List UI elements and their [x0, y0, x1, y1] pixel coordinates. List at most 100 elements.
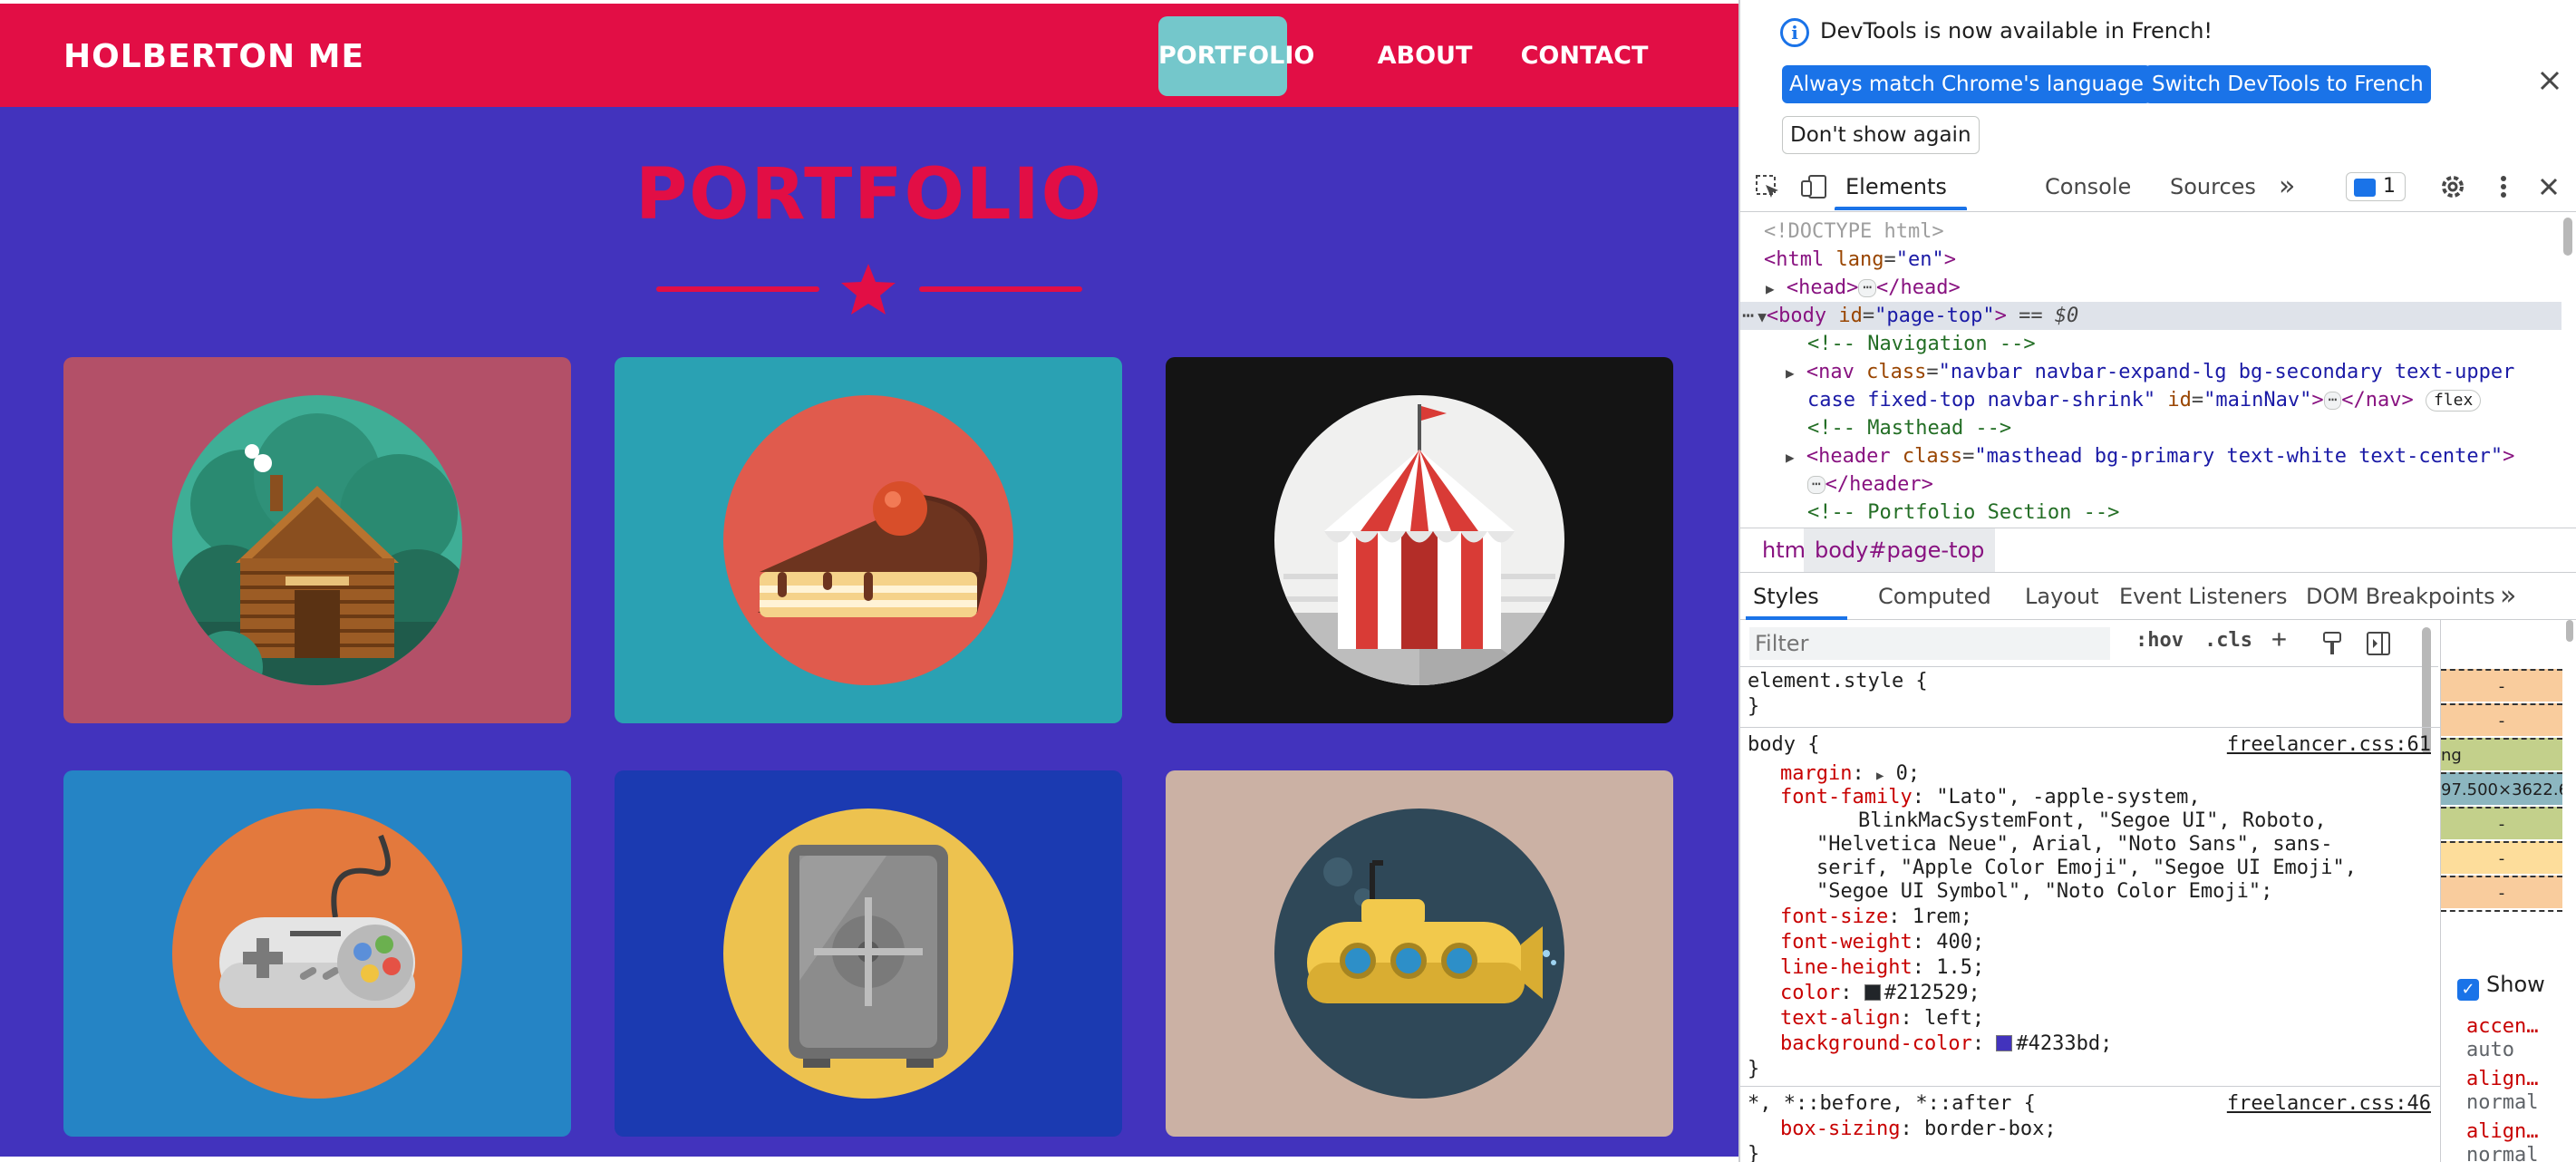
- universal-rule-selector[interactable]: *, *::before, *::after {: [1748, 1091, 2036, 1117]
- tab-console[interactable]: Console: [2045, 161, 2131, 212]
- filter-input[interactable]: [1749, 627, 2110, 660]
- info-icon: i: [1780, 18, 1809, 47]
- ellipsis-badge[interactable]: ⋯: [1807, 476, 1825, 494]
- right-panel-scrollbar[interactable]: [2566, 620, 2573, 642]
- computed-prop-name[interactable]: align…: [2466, 1068, 2538, 1090]
- style-prop-font-family-cont: "Segoe UI Symbol", "Noto Color Emoji";: [1816, 880, 2273, 903]
- portfolio-card-cake[interactable]: [615, 357, 1122, 723]
- class-toggle[interactable]: .cls: [2204, 629, 2252, 652]
- portfolio-card-safe[interactable]: [615, 770, 1122, 1137]
- breadcrumb-body[interactable]: body#page-top: [1804, 528, 1996, 572]
- tag-text: <html: [1764, 248, 1825, 271]
- checkbox-checked-icon[interactable]: ✓: [2457, 979, 2479, 1001]
- sidebar-toggle-icon[interactable]: [2366, 631, 2391, 656]
- style-prop-margin[interactable]: margin: ▶ 0;: [1780, 761, 1920, 787]
- style-prop-color[interactable]: color: #212529;: [1780, 981, 1980, 1006]
- dont-show-again-button[interactable]: Don't show again: [1782, 116, 1980, 154]
- color-swatch[interactable]: [1864, 984, 1881, 1001]
- dom-nav-cont[interactable]: case fixed-top navbar-shrink" id="mainNa…: [1807, 386, 2482, 414]
- style-prop-font-size[interactable]: font-size: 1rem;: [1780, 905, 1972, 930]
- subtab-event-listeners[interactable]: Event Listeners: [2119, 573, 2287, 620]
- show-all-toggle[interactable]: ✓ Show: [2457, 972, 2545, 1001]
- style-prop-font-family-cont: serif, "Apple Color Emoji", "Segoe UI Em…: [1816, 857, 2358, 879]
- expand-arrow-icon[interactable]: ▶: [1786, 449, 1795, 466]
- inspect-element-icon[interactable]: [1753, 172, 1782, 201]
- style-prop-font-family[interactable]: font-family: "Lato", -apple-system,: [1780, 785, 2201, 810]
- close-icon[interactable]: [2534, 65, 2565, 96]
- computed-prop-name[interactable]: align…: [2466, 1120, 2538, 1143]
- element-style-selector[interactable]: element.style {: [1748, 669, 1928, 694]
- dom-header-close[interactable]: ⋯ </header>: [1807, 470, 1933, 499]
- dom-head[interactable]: ▶ <head> ⋯ </head>: [1766, 274, 1961, 302]
- more-tabs-button[interactable]: »: [2279, 161, 2295, 212]
- style-prop-box-sizing[interactable]: box-sizing: border-box;: [1780, 1117, 2057, 1142]
- body-rule-source-link[interactable]: freelancer.css:61: [2227, 732, 2431, 758]
- attr-value: "navbar navbar-expand-lg bg-secondary te…: [1938, 361, 2515, 383]
- comment-text: <!-- Portfolio Section -->: [1807, 501, 2120, 524]
- style-prop-background-color[interactable]: background-color: #4233bd;: [1780, 1031, 2112, 1057]
- nav-link-portfolio[interactable]: PORTFOLIO: [1158, 16, 1314, 96]
- expand-arrow-icon[interactable]: ▶: [1766, 280, 1775, 297]
- selected-marker: == $0: [2019, 305, 2079, 327]
- prop-name: box-sizing: [1780, 1118, 1901, 1140]
- prop-value: 400;: [1936, 931, 1985, 954]
- subtab-layout[interactable]: Layout: [2025, 573, 2099, 620]
- dom-comment-navigation[interactable]: <!-- Navigation -->: [1807, 330, 2036, 358]
- style-prop-line-height[interactable]: line-height: 1.5;: [1780, 955, 1984, 981]
- prop-value: 1rem;: [1912, 905, 1972, 928]
- issues-badge[interactable]: 1: [2346, 172, 2406, 201]
- portfolio-card-cabin[interactable]: [63, 357, 571, 723]
- dom-nav[interactable]: ▶ <nav class="navbar navbar-expand-lg bg…: [1786, 358, 2514, 386]
- portfolio-card-submarine[interactable]: [1166, 770, 1673, 1137]
- prop-name: font-weight: [1780, 931, 1913, 954]
- site-brand[interactable]: HOLBERTON ME: [63, 38, 364, 75]
- ellipsis-badge[interactable]: ⋯: [2323, 392, 2342, 410]
- collapse-arrow-icon[interactable]: ▼: [1758, 308, 1767, 325]
- ellipsis-badge[interactable]: ⋯: [1858, 279, 1877, 297]
- prop-name: margin: [1780, 762, 1853, 785]
- switch-to-french-button[interactable]: Switch DevTools to French: [2145, 65, 2431, 103]
- paint-brush-icon[interactable]: [2320, 631, 2344, 656]
- portfolio-card-controller[interactable]: [63, 770, 571, 1137]
- color-swatch[interactable]: [1996, 1035, 2013, 1051]
- prop-name: background-color: [1780, 1032, 1972, 1055]
- dom-comment-masthead[interactable]: <!-- Masthead -->: [1807, 414, 2011, 442]
- tab-sources[interactable]: Sources: [2170, 161, 2256, 212]
- dom-header[interactable]: ▶ <header class="masthead bg-primary tex…: [1786, 442, 2514, 470]
- subtab-computed[interactable]: Computed: [1878, 573, 1991, 620]
- style-prop-text-align[interactable]: text-align: left;: [1780, 1006, 1984, 1031]
- nav-link-contact[interactable]: CONTACT: [1512, 16, 1657, 96]
- dom-html[interactable]: <html lang="en">: [1764, 246, 1956, 274]
- dom-scrollbar[interactable]: [2563, 218, 2572, 256]
- portfolio-card-circus[interactable]: [1166, 357, 1673, 723]
- body-rule-selector[interactable]: body {: [1748, 732, 1819, 758]
- computed-prop-name[interactable]: accen…: [2466, 1015, 2538, 1038]
- language-infobar: i DevTools is now available in French! A…: [1740, 0, 2576, 160]
- box-model-panel: - - ng 97.500×3622.6 - - - ✓ Show accen… …: [2440, 620, 2576, 1162]
- expand-arrow-icon[interactable]: ▶: [1786, 364, 1795, 382]
- box-model-padding-bottom: -: [2441, 807, 2562, 839]
- nav-link-about[interactable]: ABOUT: [1372, 16, 1477, 96]
- prop-name: line-height: [1780, 956, 1913, 979]
- dom-comment-portfolio[interactable]: <!-- Portfolio Section -->: [1807, 499, 2119, 526]
- settings-gear-icon[interactable]: [2438, 172, 2467, 201]
- device-toolbar-icon[interactable]: [1800, 172, 1829, 201]
- close-devtools-icon[interactable]: [2534, 172, 2563, 201]
- tab-elements[interactable]: Elements: [1845, 161, 1947, 212]
- website-viewport: HOLBERTON ME PORTFOLIO ABOUT CONTACT POR…: [0, 0, 1738, 1162]
- dom-body-selected[interactable]: ⋯ ▼<body id="page-top"> == $0: [1740, 302, 2561, 330]
- universal-rule-source-link[interactable]: freelancer.css:46: [2227, 1091, 2431, 1117]
- subtab-styles[interactable]: Styles: [1753, 573, 1819, 620]
- kebab-menu-icon[interactable]: [2489, 172, 2518, 201]
- expand-triangle-icon[interactable]: ▶: [1876, 769, 1884, 783]
- subtab-dom-breakpoints[interactable]: DOM Breakpoints: [2306, 573, 2495, 620]
- style-prop-font-weight[interactable]: font-weight: 400;: [1780, 930, 1984, 955]
- computed-prop-value: normal: [2466, 1091, 2539, 1114]
- new-rule-button[interactable]: +: [2271, 624, 2287, 654]
- styles-filter-bar: :hov .cls +: [1740, 620, 2438, 667]
- hover-state-toggle[interactable]: :hov: [2135, 629, 2184, 652]
- more-subtabs-button[interactable]: »: [2500, 573, 2516, 620]
- always-match-language-button[interactable]: Always match Chrome's language: [1782, 65, 2151, 103]
- flex-badge[interactable]: flex: [2425, 390, 2482, 412]
- dom-doctype[interactable]: <!DOCTYPE html>: [1764, 218, 1944, 246]
